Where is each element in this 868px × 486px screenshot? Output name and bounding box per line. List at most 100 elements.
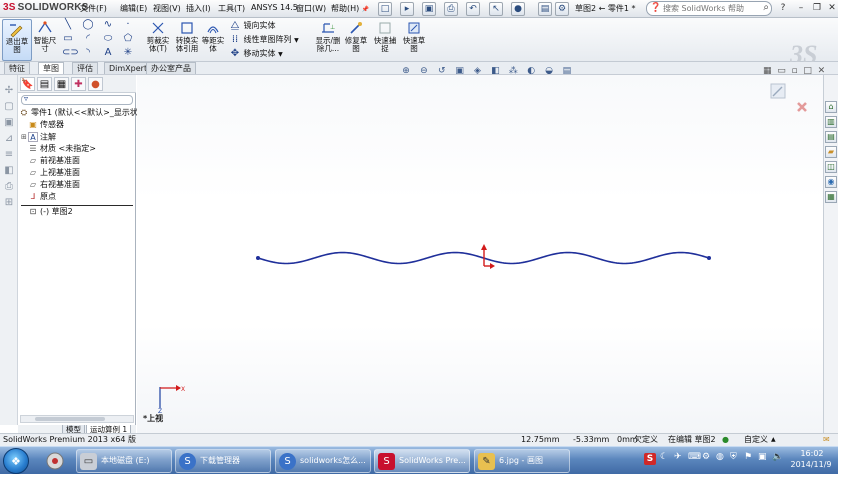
print-icon[interactable]: ⎙ bbox=[444, 2, 458, 16]
start-button[interactable]: ❖ bbox=[3, 448, 29, 474]
exit-sketch-button[interactable]: 退出草图 bbox=[2, 19, 32, 61]
help-question-icon[interactable]: ? bbox=[776, 2, 790, 15]
taskbar-task-solidworks[interactable]: S SolidWorks Pre... bbox=[374, 449, 470, 473]
zoom-to-fit-icon[interactable]: ⊕ bbox=[400, 66, 412, 77]
trim-entities-button[interactable]: 剪裁实体(T) bbox=[145, 20, 171, 53]
tab-dimxpert[interactable]: DimXpert bbox=[104, 62, 153, 74]
security-icon[interactable]: ⛨ bbox=[730, 452, 737, 462]
design-library-icon[interactable]: ▥ bbox=[825, 116, 837, 128]
feature-tree-filter[interactable]: ▿ bbox=[21, 94, 133, 105]
tab-sketch[interactable]: 草图 bbox=[38, 62, 64, 74]
rectangle-icon[interactable]: ▭ bbox=[62, 34, 74, 44]
tree-item-material[interactable]: ☰ 材质 <未指定> bbox=[21, 143, 96, 155]
expand-icon[interactable]: ⊞ bbox=[21, 131, 28, 143]
display-delete-relations-button[interactable]: ⊥ 显示/删除几... bbox=[313, 20, 343, 53]
appearances-icon[interactable]: ◉ bbox=[825, 176, 837, 188]
tray-app-icon[interactable]: ✈ bbox=[674, 452, 682, 462]
tray-monitor-icon[interactable]: ▣ bbox=[758, 452, 767, 462]
configuration-manager-tab-icon[interactable]: ▦ bbox=[54, 77, 69, 91]
rebuild-status-icon[interactable]: ● bbox=[722, 434, 729, 446]
polygon-icon[interactable]: ⬠ bbox=[122, 34, 134, 44]
display-icon[interactable]: ◧ bbox=[3, 165, 15, 177]
smart-dimension-button[interactable]: 智能尺寸 bbox=[32, 20, 58, 53]
help-balloon-icon[interactable]: ✉ bbox=[823, 434, 830, 446]
keyboard-icon[interactable]: ⌨ bbox=[688, 452, 701, 462]
point-icon[interactable]: · bbox=[122, 20, 134, 30]
arc-icon[interactable]: ◜ bbox=[82, 34, 94, 44]
menu-tools[interactable]: 工具(T) bbox=[218, 3, 245, 14]
network-icon[interactable]: ◍ bbox=[716, 452, 724, 462]
menu-window[interactable]: 窗口(W) bbox=[296, 3, 326, 14]
section-view-icon[interactable]: ▣ bbox=[454, 66, 466, 77]
menu-view[interactable]: 视图(V) bbox=[153, 3, 181, 14]
tile-icon[interactable]: ▦ bbox=[763, 66, 772, 76]
open-folder-icon[interactable]: ▸ bbox=[400, 2, 414, 16]
linear-pattern-button[interactable]: ⁞⁞ 线性草图阵列 ▼ bbox=[229, 34, 299, 45]
slot-icon[interactable]: ⊂⊃ bbox=[62, 48, 79, 58]
custom-properties-icon[interactable]: ▦ bbox=[825, 191, 837, 203]
move-entities-button[interactable]: ✥ 移动实体 ▼ bbox=[229, 48, 283, 59]
settings-icon[interactable]: ⚙ bbox=[702, 452, 710, 462]
tab-evaluate[interactable]: 评估 bbox=[72, 62, 98, 74]
fillet-icon[interactable]: ◝ bbox=[82, 48, 94, 58]
rebuild-icon[interactable]: ● bbox=[511, 2, 525, 16]
tree-item-origin[interactable]: ⅃ 原点 bbox=[21, 191, 56, 203]
document-icon[interactable]: ▢ bbox=[3, 101, 15, 113]
hide-show-items-icon[interactable]: ⁂ bbox=[507, 66, 519, 77]
pin-strip-icon[interactable]: ✢ bbox=[3, 85, 15, 97]
solidworks-resources-icon[interactable]: ⌂ bbox=[825, 101, 837, 113]
viewport-minimize-icon[interactable]: ▫ bbox=[792, 66, 798, 76]
pinned-app-icon[interactable] bbox=[42, 450, 68, 472]
previous-view-icon[interactable]: ↺ bbox=[436, 66, 448, 77]
zoom-to-area-icon[interactable]: ⊖ bbox=[418, 66, 430, 77]
mirror-entities-button[interactable]: ⧋ 镜向实体 bbox=[229, 20, 276, 31]
graphics-area[interactable] bbox=[137, 75, 823, 433]
printer-icon[interactable]: ⎙ bbox=[3, 181, 15, 193]
taskbar-task-browser[interactable]: Ssolidworks怎么... bbox=[275, 449, 371, 473]
clock-date[interactable]: 2014/11/9 bbox=[786, 460, 836, 469]
tree-item-sensors[interactable]: ▣ 传感器 bbox=[21, 119, 64, 131]
rapid-sketch-button[interactable]: 快速草图 bbox=[401, 20, 427, 53]
units-selector[interactable]: 自定义 bbox=[744, 434, 768, 446]
feature-tree-tab-icon[interactable]: 🔖 bbox=[20, 77, 35, 91]
edit-appearance-icon[interactable]: ◐ bbox=[525, 66, 537, 77]
tree-item-front-plane[interactable]: ▱ 前视基准面 bbox=[21, 155, 80, 167]
tree-item-sketch2[interactable]: ⊡ (-) 草图2 bbox=[21, 205, 133, 217]
view-orientation-icon[interactable]: ◈ bbox=[472, 66, 484, 77]
folder-icon[interactable]: ▰ bbox=[825, 146, 837, 158]
new-document-icon[interactable]: □ bbox=[378, 2, 392, 16]
text-icon[interactable]: A bbox=[102, 48, 114, 58]
help-search-box[interactable]: ❓ ⌕ bbox=[646, 1, 772, 16]
file-properties-icon[interactable]: ▤ bbox=[538, 2, 552, 16]
close-icon[interactable]: ✕ bbox=[825, 2, 839, 15]
view-settings-icon[interactable]: ▤ bbox=[561, 66, 573, 77]
view-palette-icon[interactable]: ◫ bbox=[825, 161, 837, 173]
dimxpert-tab-icon[interactable]: ✚ bbox=[71, 77, 86, 91]
display-style-icon[interactable]: ◧ bbox=[489, 66, 501, 77]
ellipse-icon[interactable]: ⬭ bbox=[102, 34, 114, 44]
feature-tree-scrollbar[interactable] bbox=[20, 415, 134, 423]
viewport-restore-icon[interactable]: ▭ bbox=[777, 66, 786, 76]
centerline-icon[interactable]: ✳ bbox=[122, 48, 134, 58]
repair-sketch-button[interactable]: 修复草图 bbox=[343, 20, 369, 53]
menu-edit[interactable]: 编辑(E) bbox=[120, 3, 147, 14]
moon-icon[interactable]: ☾ bbox=[660, 452, 668, 462]
folder-icon[interactable]: ▣ bbox=[3, 117, 15, 129]
display-manager-tab-icon[interactable]: ● bbox=[88, 77, 103, 91]
tree-item-top-plane[interactable]: ▱ 上视基准面 bbox=[21, 167, 80, 179]
select-arrow-icon[interactable]: ↖ bbox=[489, 2, 503, 16]
taskbar-task-explorer[interactable]: ▭ 本地磁盘 (E:) bbox=[76, 449, 172, 473]
circle-icon[interactable]: ◯ bbox=[82, 20, 94, 30]
units-dropdown-icon[interactable]: ▲ bbox=[771, 434, 776, 446]
viewport-maximize-icon[interactable]: □ bbox=[803, 66, 812, 76]
spline-icon[interactable]: ∿ bbox=[102, 20, 114, 30]
tree-item-right-plane[interactable]: ▱ 右视基准面 bbox=[21, 179, 80, 191]
menu-file[interactable]: 文件(F) bbox=[80, 3, 107, 14]
options-icon[interactable]: ⚙ bbox=[555, 2, 569, 16]
flag-icon[interactable]: ⚑ bbox=[744, 452, 752, 462]
exit-sketch-corner-icon[interactable] bbox=[770, 83, 786, 99]
volume-icon[interactable]: 🔈 bbox=[772, 452, 783, 462]
tab-features[interactable]: 特征 bbox=[4, 62, 30, 74]
sketch-canvas[interactable] bbox=[137, 75, 823, 433]
tree-part-node[interactable]: ⛭ 零件1 (默认<<默认>_显示状态 bbox=[19, 107, 146, 119]
